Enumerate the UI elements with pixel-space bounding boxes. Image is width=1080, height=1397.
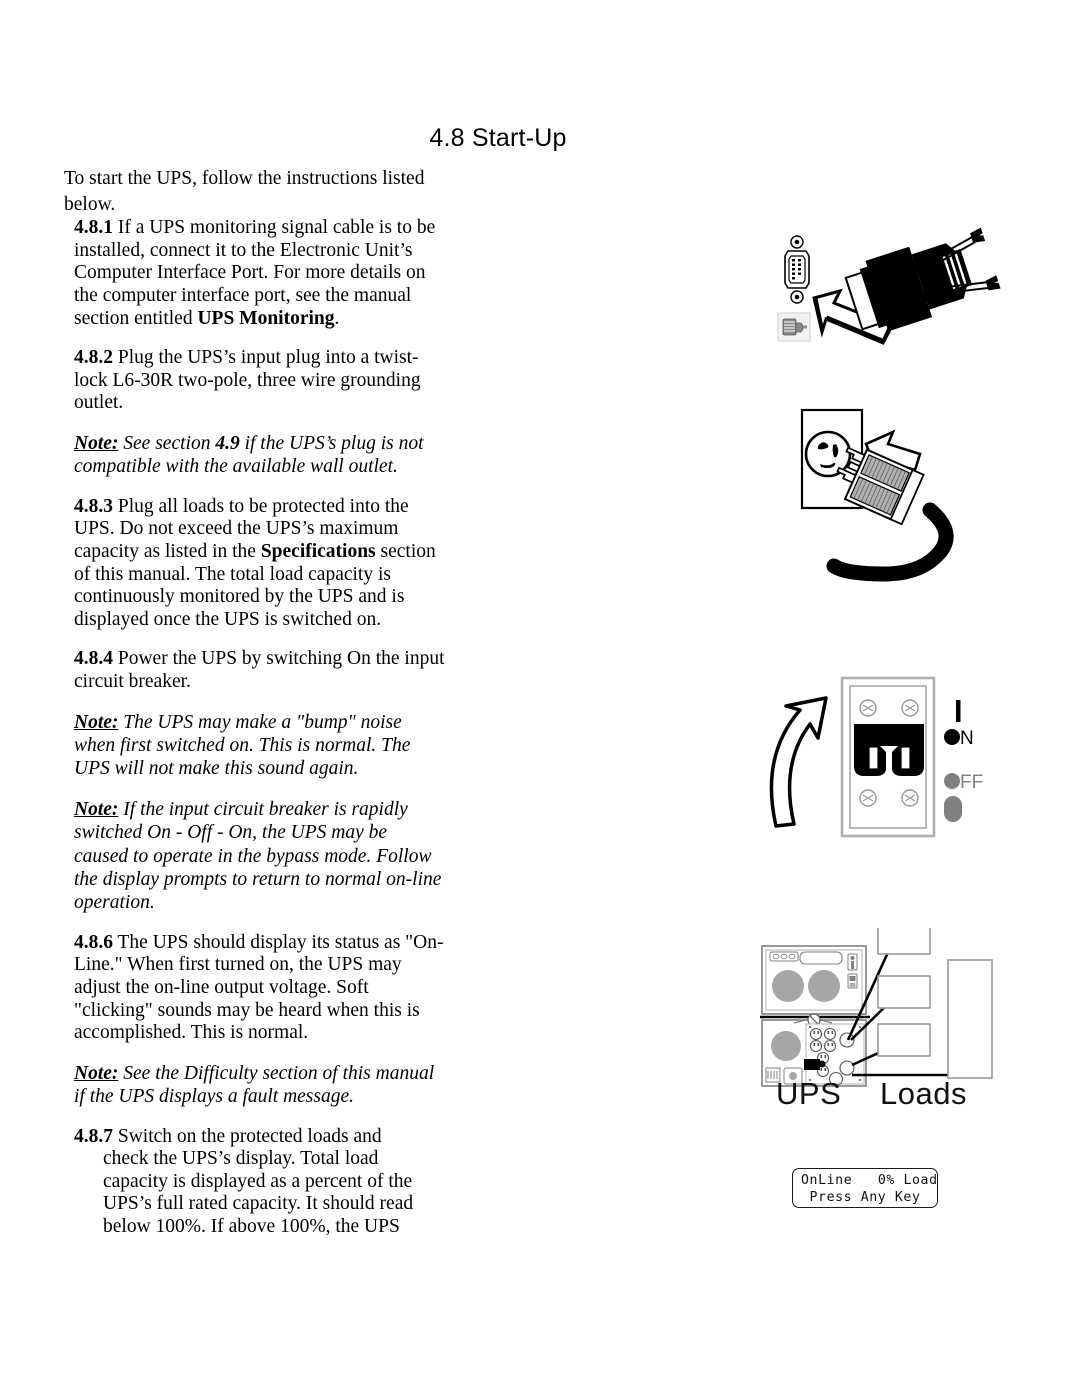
- note-label: Note:: [74, 711, 119, 733]
- breaker-plate: [840, 676, 936, 838]
- note-label: Note:: [74, 1062, 119, 1084]
- step-4-8-1: 4.8.1 If a UPS monitoring signal cable i…: [74, 217, 436, 329]
- note-text: See the Difficulty section of this manua…: [74, 1062, 435, 1108]
- loads-caption: Loads: [880, 1076, 967, 1111]
- step-4-8-2: 4.8.2 Plug the UPS’s input plug into a t…: [74, 347, 421, 414]
- ups-lcd-display: OnLine 0% Load Press Any Key: [792, 1168, 938, 1208]
- ref-specifications: Specifications: [260, 540, 376, 562]
- manual-page: 4.8 Start-Up To start the UPS, follow th…: [0, 0, 1080, 1397]
- on-indicator: N: [944, 700, 974, 749]
- toggle-up-arrow-icon: [769, 696, 828, 828]
- step-number: 4.8.1: [74, 217, 113, 239]
- step-number: 4.8.7: [74, 1125, 113, 1147]
- note-text: The UPS may make a "bump" noise when fir…: [74, 711, 411, 780]
- circuit-breaker-figure: N FF: [768, 668, 1003, 843]
- lcd-line-1: OnLine 0% Load: [801, 1173, 938, 1188]
- serial-cable-connector: [844, 227, 1001, 332]
- lcd-line-2: Press Any Key: [809, 1190, 921, 1205]
- step-number: 4.8.4: [74, 648, 113, 670]
- body-text-column: To start the UPS, follow the instruction…: [64, 166, 446, 1239]
- note-label: Note:: [74, 798, 119, 820]
- step-4-8-4: 4.8.4 Power the UPS by switching On the …: [74, 648, 445, 692]
- step-number: 4.8.3: [74, 495, 113, 517]
- step-number: 4.8.6: [74, 931, 113, 953]
- note-bypass-mode: Note: If the input circuit breaker is ra…: [64, 798, 446, 915]
- note-text: If the input circuit breaker is rapidly …: [74, 798, 442, 914]
- note-section-4-9: Note: See section 4.9 if the UPS’s plug …: [74, 432, 424, 478]
- ups-caption: UPS: [776, 1076, 842, 1111]
- on-label: N: [960, 728, 974, 749]
- ref-section-4-9: 4.9: [215, 432, 240, 454]
- step-number: 4.8.2: [74, 347, 113, 369]
- db9-port-icon: [784, 235, 810, 304]
- step-4-8-3: 4.8.3 Plug all loads to be protected int…: [74, 495, 436, 630]
- step-4-8-7-continued: check the UPS’s display. Total load capa…: [103, 1148, 414, 1237]
- ups-rear-panel: [761, 945, 867, 1015]
- note-difficulty-section: Note: See the Difficulty section of this…: [64, 1062, 446, 1109]
- intro-paragraph: To start the UPS, follow the instruction…: [64, 168, 425, 215]
- note-label: Note:: [74, 432, 119, 454]
- off-indicator: FF: [944, 772, 983, 822]
- ref-ups-monitoring: UPS Monitoring: [197, 307, 335, 329]
- page-title: 4.8 Start-Up: [429, 124, 567, 152]
- wall-outlet-plug-figure: [790, 398, 1030, 583]
- serial-port-connection-figure: [770, 225, 1020, 355]
- step-4-8-6: 4.8.6 The UPS should display its status …: [74, 931, 444, 1044]
- off-label: FF: [960, 772, 983, 793]
- plug-icon: [777, 312, 811, 342]
- step-4-8-7: 4.8.7 Switch on the protected loads and c…: [64, 1126, 446, 1239]
- load-boxes: [877, 913, 993, 1079]
- note-bump-noise: Note: The UPS may make a "bump" noise wh…: [64, 711, 446, 781]
